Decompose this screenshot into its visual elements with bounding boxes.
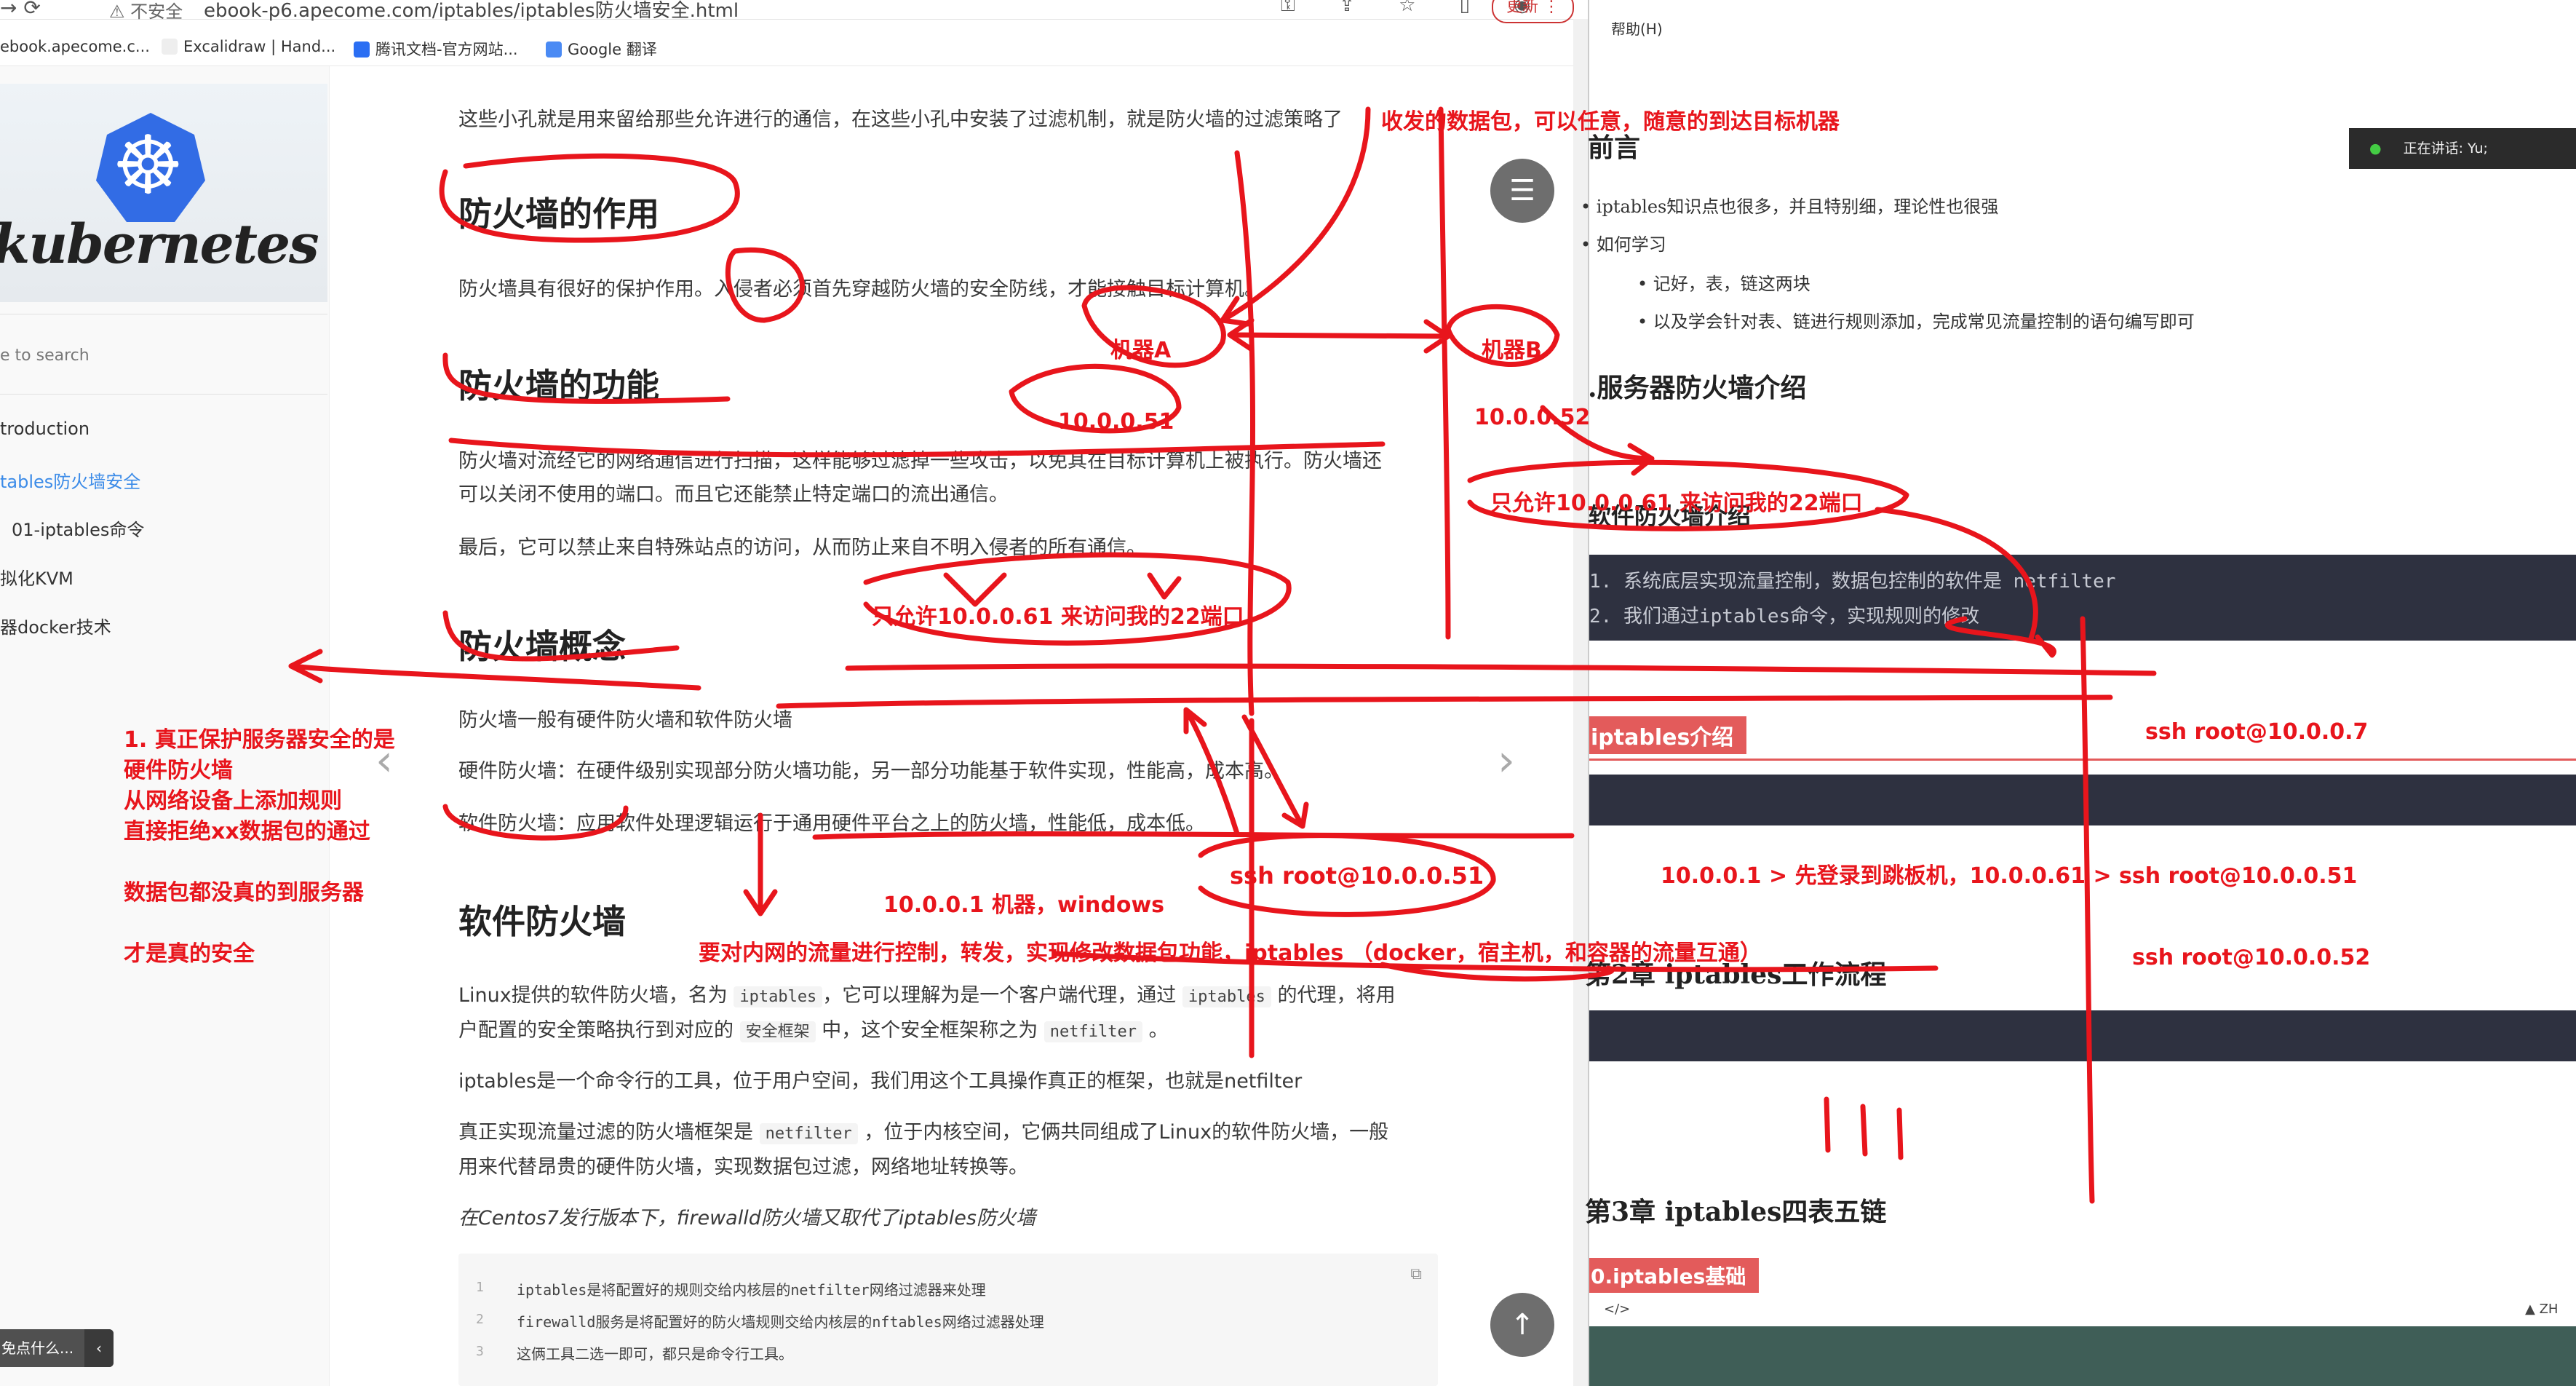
ink-circle-sw-label <box>442 804 629 841</box>
ink-scribble-func <box>448 437 1386 458</box>
annotation-jump-host: 10.0.0.1 > 先登录到跳板机，10.0.0.61 > ssh root@… <box>1661 863 2358 889</box>
ink-line-h3 <box>812 831 1575 840</box>
annotation-ssh52: ssh root@10.0.0.52 <box>2132 945 2371 970</box>
ink-circle-role <box>439 153 740 243</box>
annotation-left-note: 1. 真正保护服务器安全的是 硬件防火墙 从网络设备上添加规则 直接拒绝xx数据… <box>124 727 395 967</box>
annotation-machine-a: 机器A <box>1110 338 1172 363</box>
ink-arrow-a-to-b <box>1227 317 1451 354</box>
annotation-ssh51: ssh root@10.0.0.51 <box>1230 862 1484 890</box>
annotation-iptables-note: 要对内网的流量进行控制，转发，实现修改数据包功能，iptables （docke… <box>699 940 1762 966</box>
ink-line-h1 <box>845 663 2157 676</box>
ink-arrow-down <box>743 812 778 916</box>
ink-line-v2 <box>1438 106 1451 640</box>
ink-arrow-up <box>1183 707 1240 836</box>
ink-arrow-right <box>1944 616 2056 658</box>
annotation-top: 收发的数据包，可以任意，随意的到达目标机器 <box>1381 109 1840 135</box>
ink-tally <box>1824 1096 1904 1160</box>
annotation-allow-mid: 只允许10.0.0.61 来访问我的22端口 <box>872 604 1244 630</box>
ink-circle-intruder <box>725 248 805 323</box>
annotation-windows-ip: 10.0.0.1 机器，windows <box>883 892 1165 918</box>
annotation-ssh7: ssh root@10.0.0.7 <box>2145 719 2369 745</box>
ink-underline-concept <box>442 610 680 662</box>
annotation-drawing <box>288 106 2157 1204</box>
ink-underline-function <box>442 352 731 404</box>
annotation-machine-b: 机器B <box>1482 338 1542 363</box>
ink-line-v3 <box>2080 616 2095 1204</box>
annotation-ip-b: 10.0.0.52 <box>1474 405 1591 430</box>
annotation-allow-right: 只允许10.0.0.61 来访问我的22端口 <box>1490 491 1863 516</box>
ink-line-h2 <box>776 694 2113 709</box>
annotation-ip-a: 10.0.0.51 <box>1058 409 1174 435</box>
